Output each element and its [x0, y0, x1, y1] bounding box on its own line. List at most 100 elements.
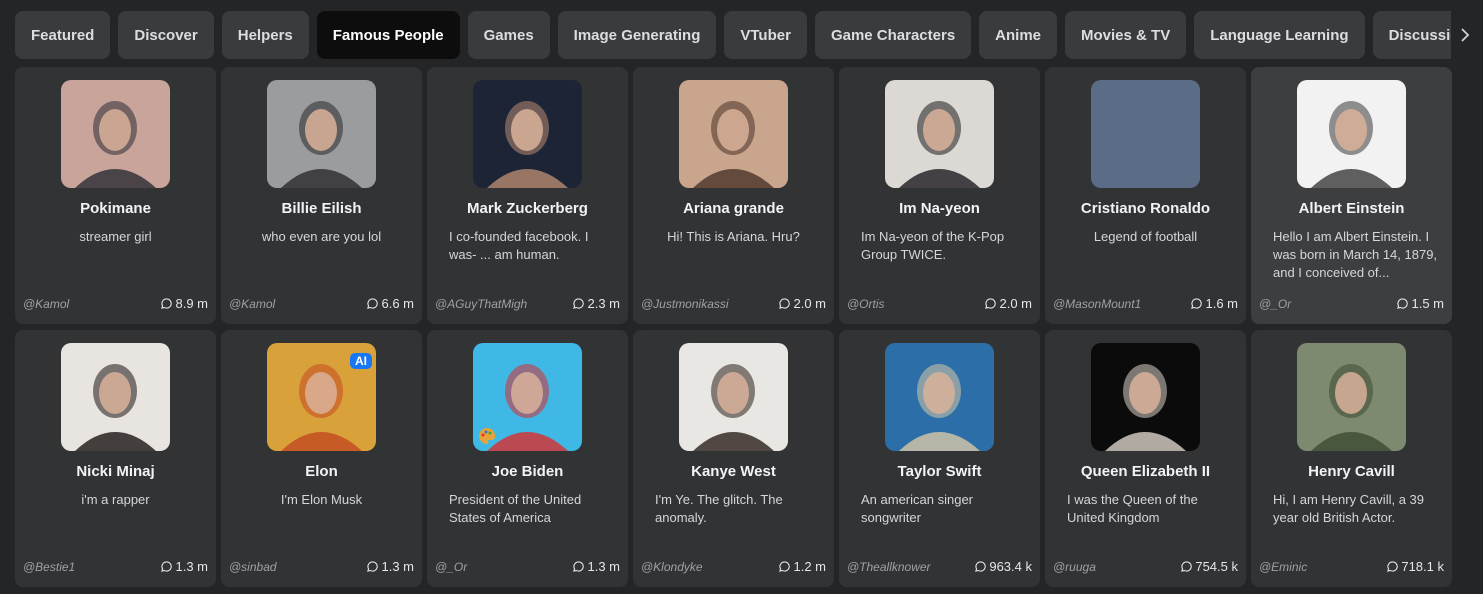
character-author[interactable]: @Kamol — [229, 297, 345, 311]
chat-bubble-icon — [779, 561, 791, 572]
character-description: President of the United States of Americ… — [449, 492, 582, 525]
character-description: who even are you lol — [261, 229, 382, 244]
character-author[interactable]: @MasonMount1 — [1053, 297, 1169, 311]
interaction-count: 2.0 m — [985, 296, 1032, 311]
tab-featured[interactable]: Featured — [15, 11, 111, 59]
character-card[interactable]: Kanye West I'm Ye. The glitch. The anomal… — [633, 330, 834, 587]
character-card[interactable]: Taylor Swift An american singer songwrite… — [839, 330, 1040, 587]
character-card[interactable]: Henry Cavill Hi, I am Henry Cavill, a 39 … — [1251, 330, 1452, 587]
interaction-count-value: 1.6 m — [1205, 296, 1238, 311]
character-description: I'm Elon Musk — [280, 492, 363, 507]
character-author[interactable]: @ruuga — [1053, 560, 1169, 574]
chat-bubble-icon — [367, 298, 379, 309]
interaction-count: 1.5 m — [1397, 296, 1444, 311]
interaction-count-value: 718.1 k — [1401, 559, 1444, 574]
interaction-count: 754.5 k — [1181, 559, 1238, 574]
interaction-count-value: 2.3 m — [587, 296, 620, 311]
character-author[interactable]: @Theallknower — [847, 560, 963, 574]
character-card[interactable]: Queen Elizabeth II I was the Queen of the… — [1045, 330, 1246, 587]
character-author[interactable]: @_Or — [435, 560, 551, 574]
interaction-count-value: 6.6 m — [381, 296, 414, 311]
interaction-count: 718.1 k — [1387, 559, 1444, 574]
chevron-right-icon[interactable] — [1452, 20, 1478, 50]
character-description: Legend of football — [1093, 229, 1198, 244]
chat-bubble-icon — [161, 298, 173, 309]
character-author[interactable]: @Bestie1 — [23, 560, 139, 574]
character-author[interactable]: @Ortis — [847, 297, 963, 311]
character-card[interactable]: Cristiano Ronaldo Legend of football @Maso… — [1045, 67, 1246, 324]
character-description: Im Na-yeon of the K-Pop Group TWICE. — [861, 229, 1005, 262]
character-card[interactable]: Joe Biden President of the United States … — [427, 330, 628, 587]
interaction-count: 6.6 m — [367, 296, 414, 311]
interaction-count-value: 2.0 m — [793, 296, 826, 311]
character-avatar — [679, 343, 788, 451]
character-avatar — [679, 80, 788, 188]
character-avatar — [885, 343, 994, 451]
character-name: Billie Eilish — [281, 200, 362, 217]
interaction-count: 1.2 m — [779, 559, 826, 574]
tab-image-generating[interactable]: Image Generating — [557, 11, 717, 59]
character-author[interactable]: @AGuyThatMigh — [435, 297, 551, 311]
interaction-count: 963.4 k — [975, 559, 1032, 574]
character-avatar — [1297, 80, 1406, 188]
character-name: Mark Zuckerberg — [467, 200, 588, 217]
chat-bubble-icon — [573, 298, 585, 309]
character-description: I'm Ye. The glitch. The anomaly. — [655, 492, 783, 525]
tab-anime[interactable]: Anime — [979, 11, 1058, 59]
chat-bubble-icon — [161, 561, 173, 572]
character-name: Im Na-yeon — [899, 200, 980, 217]
interaction-count: 1.3 m — [367, 559, 414, 574]
chat-bubble-icon — [1397, 298, 1409, 309]
character-avatar — [473, 80, 582, 188]
character-name: Kanye West — [691, 463, 776, 480]
character-name: Nicki Minaj — [76, 463, 155, 480]
tab-games[interactable]: Games — [467, 11, 550, 59]
tab-language-learning[interactable]: Language Learning — [1194, 11, 1365, 59]
interaction-count-value: 1.5 m — [1411, 296, 1444, 311]
tab-game-characters[interactable]: Game Characters — [814, 11, 972, 59]
chat-bubble-icon — [1191, 298, 1203, 309]
character-name: Taylor Swift — [897, 463, 982, 480]
character-avatar — [1091, 343, 1200, 451]
character-card[interactable]: Pokimane streamer girl @Kamol 8.9 m — [15, 67, 216, 324]
character-card[interactable]: Billie Eilish who even are you lol @Kamol 6… — [221, 67, 422, 324]
ai-badge: AI — [350, 353, 372, 369]
character-author[interactable]: @Justmonikassi — [641, 297, 757, 311]
character-card[interactable]: Mark Zuckerberg I co-founded facebook. I … — [427, 67, 628, 324]
character-card[interactable]: AI Elon I'm Elon Musk @sinbad 1.3 m — [221, 330, 422, 587]
character-name: Henry Cavill — [1308, 463, 1395, 480]
tab-discover[interactable]: Discover — [118, 11, 214, 59]
chat-bubble-icon — [1181, 561, 1193, 572]
character-name: Albert Einstein — [1298, 200, 1405, 217]
category-tabs: Featured Discover Helpers Famous People Game… — [15, 11, 1451, 59]
character-card[interactable]: Nicki Minaj i'm a rapper @Bestie1 1.3 m — [15, 330, 216, 587]
chat-bubble-icon — [573, 561, 585, 572]
tab-vtuber[interactable]: VTuber — [724, 11, 807, 59]
character-author[interactable]: @sinbad — [229, 560, 345, 574]
character-author[interactable]: @Klondyke — [641, 560, 757, 574]
character-avatar — [61, 80, 170, 188]
character-author[interactable]: @_Or — [1259, 297, 1375, 311]
tab-helpers[interactable]: Helpers — [221, 11, 309, 59]
interaction-count-value: 1.3 m — [175, 559, 208, 574]
character-card[interactable]: Albert Einstein Hello I am Albert Einstei… — [1251, 67, 1452, 324]
chat-bubble-icon — [985, 298, 997, 309]
character-name: Queen Elizabeth II — [1080, 463, 1211, 480]
character-card[interactable]: Im Na-yeon Im Na-yeon of the K-Pop Group … — [839, 67, 1040, 324]
character-author[interactable]: @Kamol — [23, 297, 139, 311]
character-avatar — [1091, 80, 1200, 188]
tab-movies-tv[interactable]: Movies & TV — [1065, 11, 1187, 59]
interaction-count: 1.3 m — [161, 559, 208, 574]
character-description: Hi! This is Ariana. Hru? — [667, 229, 800, 244]
character-description: i'm a rapper — [81, 492, 150, 507]
character-avatar — [1297, 343, 1406, 451]
tab-discussion[interactable]: Discussion — [1372, 11, 1451, 59]
character-author[interactable]: @Eminic — [1259, 560, 1375, 574]
palette-icon — [478, 427, 496, 445]
character-avatar — [61, 343, 170, 451]
character-card[interactable]: Ariana grande Hi! This is Ariana. Hru? @Ju… — [633, 67, 834, 324]
interaction-count-value: 1.3 m — [381, 559, 414, 574]
character-description: Hi, I am Henry Cavill, a 39 year old Bri… — [1273, 492, 1424, 525]
tab-famous-people[interactable]: Famous People — [316, 11, 460, 59]
character-name: Joe Biden — [491, 463, 564, 480]
